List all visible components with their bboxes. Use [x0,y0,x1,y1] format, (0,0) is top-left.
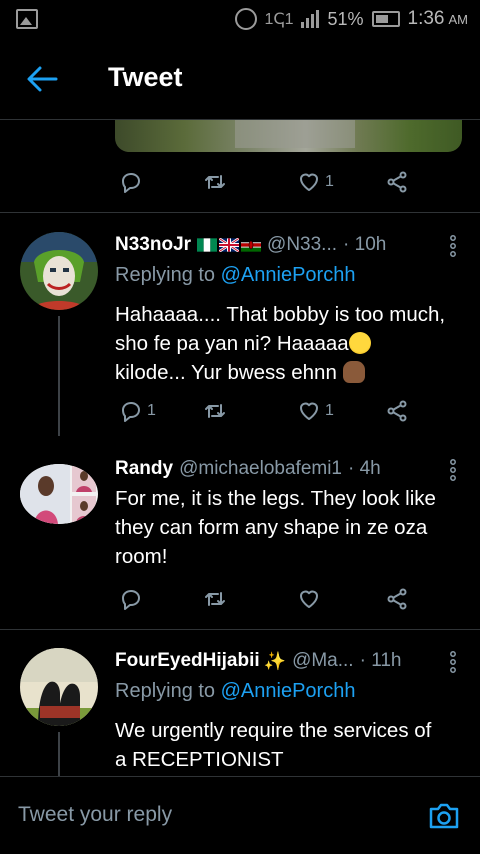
like-button[interactable]: 1 [297,399,334,423]
retweet-button[interactable] [203,587,227,611]
kenya-flag-icon [241,238,262,252]
thread-line [58,732,60,776]
replying-to: Replying to @AnniePorchh [115,264,356,286]
sparkles-emoji: ✨ [263,650,287,671]
reply-button[interactable] [119,170,143,194]
display-name[interactable]: Randy [115,458,173,480]
share-button[interactable] [385,399,409,423]
display-name[interactable]: N33noJr [115,234,191,256]
retweet-icon [205,175,225,189]
share-icon [387,400,407,422]
tweet-actions [115,584,415,614]
clock: 1:36 [407,8,445,29]
uk-flag-icon [219,238,240,252]
display-name[interactable]: FourEyedHijabii [115,650,260,672]
flag-emojis [197,238,262,252]
tweet-reply[interactable]: N33noJr @N33... · 10h Replying to @Annie… [0,232,480,442]
camera-icon[interactable] [428,801,460,831]
share-button[interactable] [385,170,409,194]
tweet-text: For me, it is the legs. They look like t… [115,487,436,568]
status-bar: 1ↅ1 51% 1:36 AM [0,0,480,38]
handle: @N33... [267,234,338,255]
divider [0,212,480,213]
tweet-text: Hahaaaa.... That bobby is too much, sho … [115,303,446,384]
tweet-actions: 1 1 [115,396,415,426]
retweet-icon [205,592,225,606]
tweet-reply[interactable]: FourEyedHijabii ✨ @Ma... · 11h Replying … [0,648,480,776]
tweet-text: We urgently require the services of a RE… [115,719,432,771]
signal-icon [301,10,320,28]
share-icon [387,171,407,193]
surprised-face-emoji [348,332,371,354]
share-button[interactable] [385,587,409,611]
mention-link[interactable]: @AnniePorchh [221,680,356,702]
retweet-button[interactable] [203,170,227,194]
avatar[interactable] [20,648,98,726]
thread-line [58,316,60,436]
like-icon [300,590,318,608]
like-button[interactable] [297,587,321,611]
handle: @Ma... [292,650,354,671]
retweet-icon [205,404,225,418]
reply-composer: Tweet your reply [0,776,480,854]
like-button[interactable]: 1 [297,170,334,194]
tweet-actions: 1 [115,167,415,197]
timestamp: · 4h [348,458,381,479]
retweet-button[interactable] [203,399,227,423]
reply-button[interactable]: 1 [119,399,156,423]
back-arrow-icon[interactable] [26,64,58,94]
more-icon[interactable] [448,458,458,482]
avatar[interactable] [20,232,98,310]
like-count: 1 [325,402,334,419]
like-icon [300,173,318,191]
avatar[interactable] [20,464,98,524]
like-icon [300,402,318,420]
praying-hands-emoji [342,361,365,383]
reply-button[interactable] [119,587,143,611]
reply-icon [122,590,140,610]
conversation-feed[interactable]: 1 N33noJr @N33... · 10h Replying to @Ann… [0,120,480,776]
handle: @michaelobafemi1 [179,458,342,479]
battery-percent: 51% [327,8,364,29]
top-app-bar: Tweet [0,38,480,120]
reply-input[interactable]: Tweet your reply [18,803,172,827]
more-icon[interactable] [448,234,458,258]
tweet-header: N33noJr @N33... · 10h [115,232,386,258]
more-icon[interactable] [448,650,458,674]
network-activity-icon: 1ↅ1 [264,11,294,28]
replying-to: Replying to @AnniePorchh [115,680,356,702]
reply-icon [122,173,140,193]
data-saver-icon [234,8,257,30]
timestamp: · 10h [343,234,387,255]
divider [0,629,480,630]
gallery-notification-icon [16,9,38,29]
battery-icon [371,11,400,27]
reply-icon [122,402,140,422]
tweet-media-image[interactable] [115,120,462,152]
page-title: Tweet [108,62,183,92]
status-icons: 1ↅ1 51% 1:36 AM [234,8,469,30]
mention-link[interactable]: @AnniePorchh [221,264,356,286]
tweet-header: FourEyedHijabii ✨ @Ma... · 11h [115,648,402,674]
share-icon [387,588,407,610]
timestamp: · 11h [359,650,402,671]
clock-ampm: AM [448,11,469,27]
tweet-header: Randy @michaelobafemi1 · 4h [115,456,381,482]
reply-count: 1 [147,402,156,419]
nigeria-flag-icon [197,238,218,252]
like-count: 1 [325,173,334,190]
